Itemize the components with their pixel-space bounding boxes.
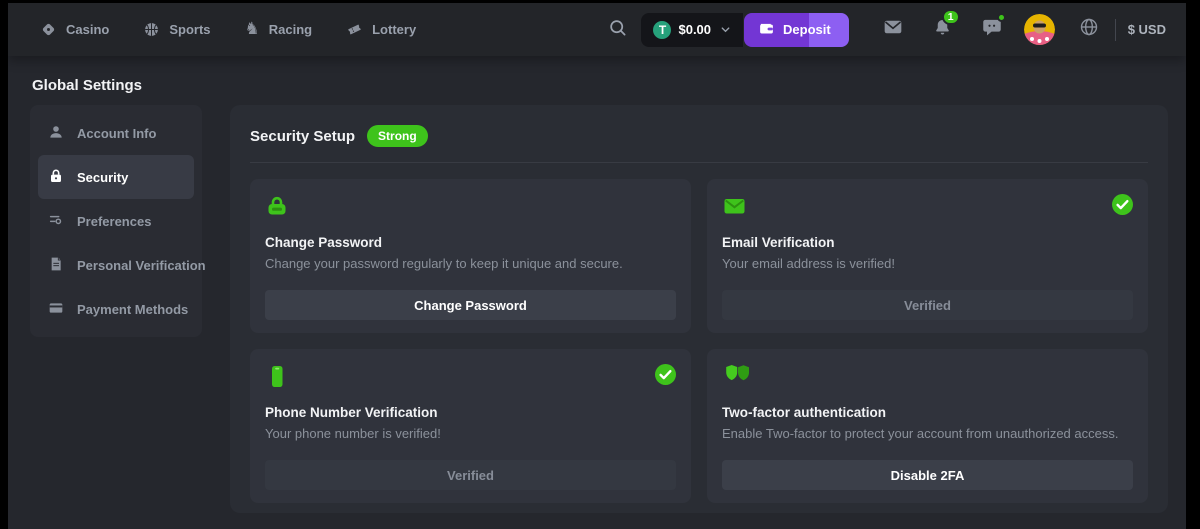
- user-icon: [48, 124, 64, 143]
- deposit-label: Deposit: [783, 22, 831, 37]
- navbar-right: T $0.00 Deposit: [608, 13, 1166, 47]
- chevron-down-icon: [720, 24, 731, 35]
- nav-label: Racing: [269, 22, 312, 37]
- panel-title: Security Setup: [250, 128, 355, 145]
- avatar[interactable]: [1024, 14, 1055, 45]
- card-description: Change your password regularly to keep i…: [265, 256, 676, 271]
- card-top: [265, 364, 676, 392]
- card-description: Your email address is verified!: [722, 256, 1133, 271]
- header-divider: [250, 162, 1148, 163]
- nav-item-racing[interactable]: ♞ Racing: [245, 21, 313, 38]
- lottery-icon: [346, 21, 363, 38]
- smartphone-icon: [265, 364, 289, 395]
- chat-button[interactable]: [982, 17, 1002, 42]
- app-window: Casino Sports ♞ Racing Lottery: [8, 3, 1186, 529]
- search-button[interactable]: [608, 18, 627, 42]
- envelope-icon: [722, 194, 747, 223]
- sidebar-item-label: Preferences: [77, 214, 151, 229]
- card-title: Two-factor authentication: [722, 405, 1133, 420]
- credit-card-icon: [48, 300, 64, 319]
- card-description: Your phone number is verified!: [265, 426, 676, 441]
- wallet-icon: [758, 20, 775, 40]
- notification-count-badge: 1: [942, 9, 960, 25]
- sidebar-item-payment-methods[interactable]: Payment Methods: [38, 287, 194, 331]
- nav-label: Sports: [169, 22, 210, 37]
- balance-dropdown[interactable]: T $0.00: [641, 13, 743, 47]
- chat-status-dot: [997, 13, 1006, 22]
- disable-2fa-button[interactable]: Disable 2FA: [722, 460, 1133, 490]
- nav-item-lottery[interactable]: Lottery: [346, 21, 416, 38]
- sidebar-item-label: Security: [77, 170, 128, 185]
- nav-label: Casino: [66, 22, 109, 37]
- verified-check-icon: [1112, 194, 1133, 220]
- card-description: Enable Two-factor to protect your accoun…: [722, 426, 1133, 441]
- mail-icon: [883, 17, 903, 42]
- inbox-button[interactable]: [883, 17, 903, 42]
- card-title: Change Password: [265, 235, 676, 250]
- navbar-divider: [1115, 19, 1116, 41]
- wallet-controls: T $0.00 Deposit: [641, 13, 848, 47]
- panel-header: Security Setup Strong: [250, 125, 1148, 147]
- document-icon: [48, 256, 64, 275]
- security-cards: Change Password Change your password reg…: [250, 179, 1148, 503]
- sidebar-item-label: Personal Verification: [77, 258, 206, 273]
- card-title: Phone Number Verification: [265, 405, 676, 420]
- currency-selector[interactable]: $ USD: [1128, 22, 1166, 37]
- globe-icon: [1079, 17, 1099, 42]
- lock-icon: [48, 168, 64, 187]
- language-button[interactable]: [1079, 17, 1099, 42]
- search-icon: [608, 18, 627, 42]
- sidebar-item-personal-verification[interactable]: Personal Verification: [38, 243, 194, 287]
- card-top: [722, 364, 1133, 392]
- verified-check-icon: [655, 364, 676, 390]
- sports-icon: [143, 21, 160, 38]
- top-navbar: Casino Sports ♞ Racing Lottery: [8, 3, 1186, 56]
- nav-item-casino[interactable]: Casino: [40, 21, 109, 38]
- deposit-button[interactable]: Deposit: [744, 13, 849, 47]
- sidebar-item-label: Account Info: [77, 126, 156, 141]
- sidebar-item-preferences[interactable]: Preferences: [38, 199, 194, 243]
- card-top: [722, 194, 1133, 222]
- security-panel: Security Setup Strong Change Password Ch…: [230, 105, 1168, 513]
- notifications-button[interactable]: 1: [933, 18, 952, 42]
- nav-label: Lottery: [372, 22, 416, 37]
- sidebar-item-security[interactable]: Security: [38, 155, 194, 199]
- padlock-icon: [265, 194, 289, 223]
- shield-icon: [722, 364, 749, 394]
- phone-verified-button[interactable]: Verified: [265, 460, 676, 490]
- sidebar-item-account-info[interactable]: Account Info: [38, 111, 194, 155]
- balance-amount: $0.00: [678, 22, 711, 37]
- casino-icon: [40, 21, 57, 38]
- card-top: [265, 194, 676, 222]
- email-verified-button[interactable]: Verified: [722, 290, 1133, 320]
- primary-nav: Casino Sports ♞ Racing Lottery: [40, 21, 416, 38]
- card-phone-verification: Phone Number Verification Your phone num…: [250, 349, 691, 503]
- tether-icon: T: [653, 21, 671, 39]
- card-title: Email Verification: [722, 235, 1133, 250]
- card-change-password: Change Password Change your password reg…: [250, 179, 691, 333]
- change-password-button[interactable]: Change Password: [265, 290, 676, 320]
- card-email-verification: Email Verification Your email address is…: [707, 179, 1148, 333]
- settings-sidebar: Account Info Security Preferences Person…: [30, 105, 202, 337]
- racing-icon: ♞: [245, 21, 260, 38]
- nav-item-sports[interactable]: Sports: [143, 21, 210, 38]
- card-two-factor: Two-factor authentication Enable Two-fac…: [707, 349, 1148, 503]
- page-title: Global Settings: [32, 77, 142, 94]
- sidebar-item-label: Payment Methods: [77, 302, 188, 317]
- strength-badge: Strong: [367, 125, 428, 147]
- sliders-icon: [48, 212, 64, 231]
